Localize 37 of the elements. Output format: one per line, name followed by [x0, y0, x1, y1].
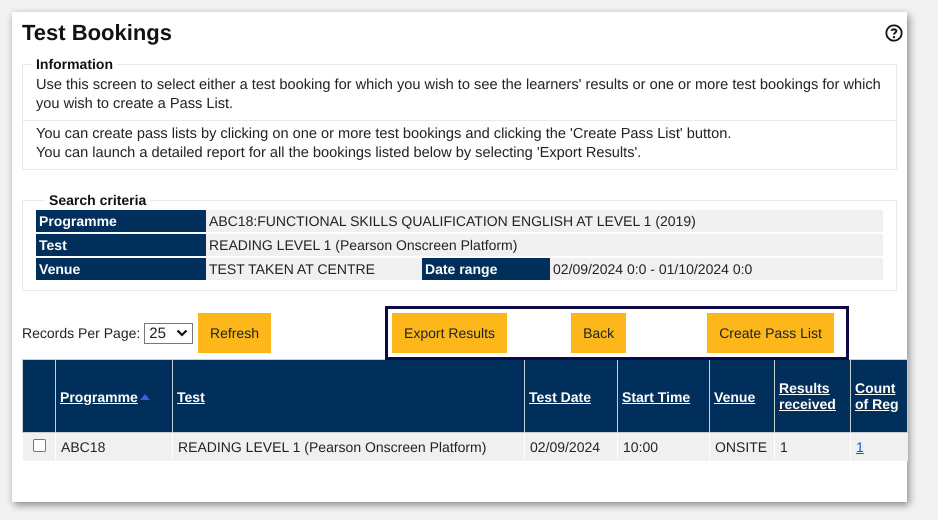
action-button[interactable]: Back	[571, 313, 626, 353]
column-sort-link[interactable]: Venue	[714, 388, 756, 405]
info-text: You can create pass lists by clicking on one or more test bookings and clicking the 'Create Pass List' button.	[36, 125, 732, 144]
criteria-value: READING LEVEL 1 (Pearson Onscreen Platform)	[208, 236, 518, 255]
records-per-page-label: Records Per Page:	[22, 325, 140, 341]
criteria-value: 02/09/2024 0:0 - 01/10/2024 0:0	[552, 260, 754, 279]
column-sort-link[interactable]: Start Time	[622, 388, 690, 405]
table-cell: 02/09/2024	[524, 432, 618, 461]
criteria-label: Venue	[36, 258, 206, 280]
column-sort-link[interactable]: Test Date	[529, 388, 591, 405]
chevron-down-icon	[176, 329, 188, 337]
table-cell: ABC18	[56, 432, 172, 461]
table-cell: 10:00	[618, 432, 710, 461]
action-button[interactable]: Create Pass List	[707, 313, 834, 353]
criteria-label: Test	[36, 234, 206, 256]
criteria-value: TEST TAKEN AT CENTRE	[208, 260, 376, 279]
column-sort-link[interactable]: Programme	[60, 388, 138, 405]
help-icon[interactable]	[885, 24, 903, 42]
criteria-value: ABC18:FUNCTIONAL SKILLS QUALIFICATION ENGLISH AT LEVEL 1 (2019)	[208, 212, 697, 231]
table-cell: ONSITE	[710, 432, 774, 461]
info-text: You can launch a detailed report for all the bookings listed below by selecting 'Export Results'.	[36, 144, 642, 163]
refresh-button[interactable]: Refresh	[198, 313, 272, 353]
panel-legend: Information	[32, 56, 117, 72]
column-sort-link[interactable]: Results received	[779, 380, 846, 412]
page-title: Test Bookings	[22, 20, 172, 46]
row-checkbox[interactable]	[32, 439, 46, 452]
records-per-page-select[interactable]: 25	[144, 322, 193, 344]
info-text: Use this screen to select either a test booking for which you wish to see the learners' results or one or more test bookings for which you wish to create a Pass List.	[36, 76, 882, 114]
criteria-label: Programme	[36, 210, 206, 232]
criteria-label: Date range	[422, 258, 550, 280]
table-cell: READING LEVEL 1 (Pearson Onscreen Platform)	[172, 432, 524, 461]
table-cell: 1	[774, 432, 850, 461]
action-button[interactable]: Export Results	[392, 313, 508, 353]
column-sort-link[interactable]: Test	[177, 388, 205, 405]
count-link[interactable]: 1	[856, 439, 864, 455]
column-sort-link[interactable]: Count of Reg	[855, 380, 903, 412]
panel-legend: Search criteria	[45, 192, 150, 208]
